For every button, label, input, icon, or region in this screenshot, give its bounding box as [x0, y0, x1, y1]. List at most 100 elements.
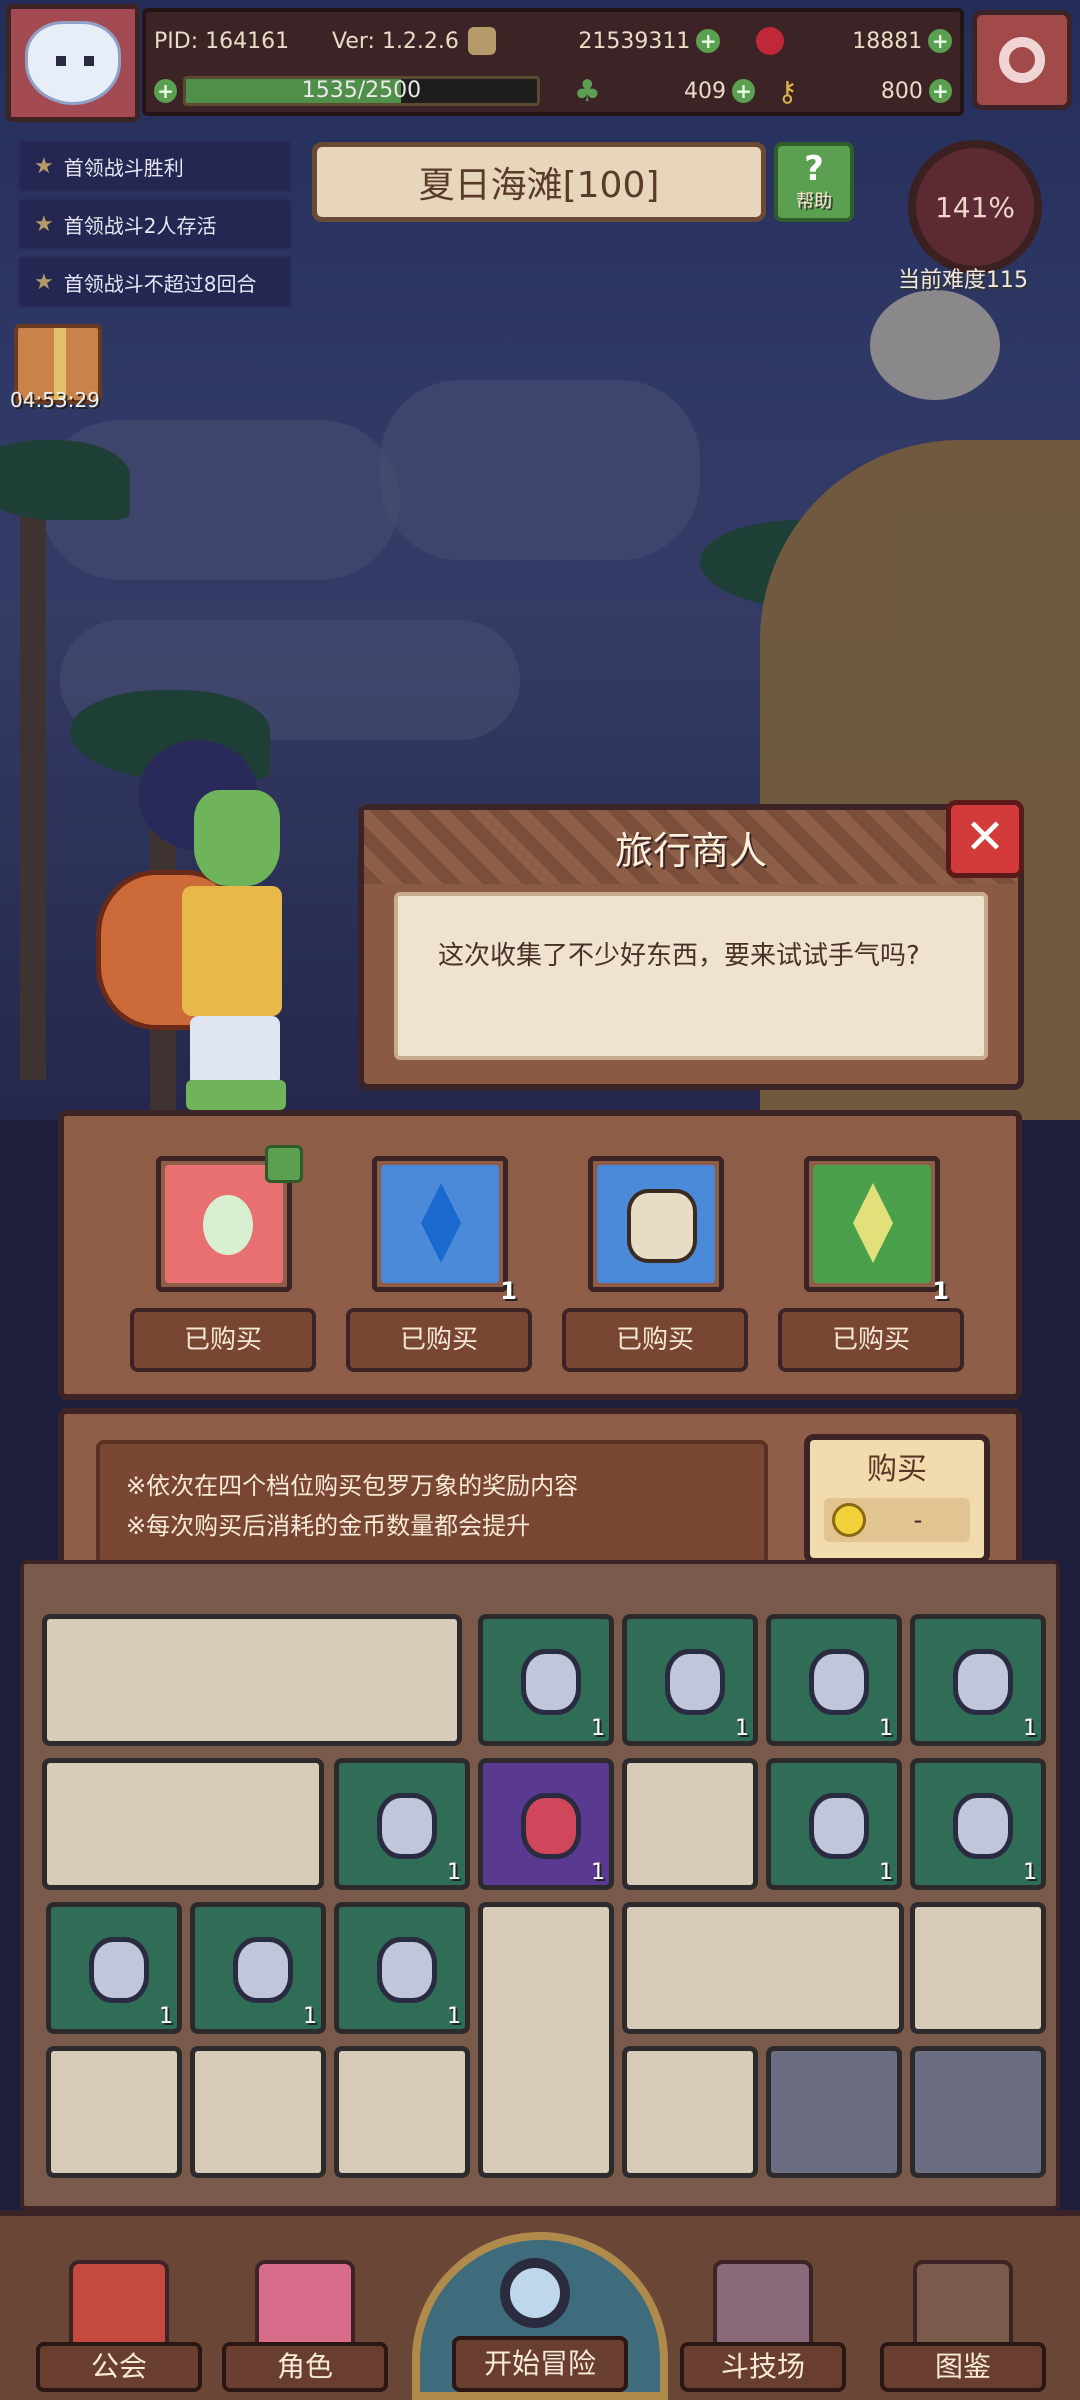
quest-label: 首领战斗2人存活	[63, 213, 217, 238]
inventory-item[interactable]: 1	[766, 1758, 902, 1890]
inventory-item[interactable]: 1	[478, 1614, 614, 1746]
shop-slot[interactable]	[156, 1145, 303, 1292]
clover-icon: ♣	[573, 73, 601, 109]
inventory-item[interactable]: 1	[910, 1614, 1046, 1746]
inventory-item[interactable]: 1	[46, 1902, 182, 2034]
stone-relic-icon	[627, 1189, 697, 1263]
merchant-character	[90, 740, 330, 1120]
ore-icon	[953, 1793, 1013, 1859]
difficulty-percent: 141%	[934, 190, 1016, 224]
help-button[interactable]: ? 帮助	[774, 142, 854, 222]
ore-icon	[521, 1649, 581, 1715]
start-adventure-label[interactable]: 开始冒险	[452, 2336, 628, 2392]
shop-rules: ※依次在四个档位购买包罗万象的奖励内容 ※每次购买后消耗的金币数量都会提升	[96, 1440, 768, 1566]
shop-slot[interactable]: 1	[372, 1156, 517, 1305]
difficulty-gauge[interactable]: 141%	[908, 140, 1042, 274]
rule-line: ※每次购买后消耗的金币数量都会提升	[126, 1512, 531, 1540]
buy-button[interactable]: 购买 -	[804, 1434, 990, 1564]
inventory-item[interactable]	[910, 1902, 1046, 2034]
add-gems-button[interactable]: +	[928, 29, 952, 53]
buy-cost: -	[824, 1498, 970, 1542]
item-count: 1	[932, 1277, 949, 1305]
inventory-item[interactable]: 1	[622, 1614, 758, 1746]
inventory-item[interactable]: 1	[334, 1902, 470, 2034]
shop-slot[interactable]: 1	[804, 1156, 949, 1305]
inventory-item[interactable]: 1	[910, 1758, 1046, 1890]
question-icon: ?	[804, 149, 824, 189]
quest-label: 首领战斗胜利	[63, 155, 184, 180]
inventory-item[interactable]: 1	[478, 1758, 614, 1890]
gold-coin-icon	[832, 1503, 866, 1537]
inventory-item[interactable]	[46, 2046, 182, 2178]
nav-guild-label[interactable]: 公会	[36, 2342, 202, 2392]
inventory-item[interactable]	[42, 1614, 462, 1746]
close-button[interactable]: ✕	[946, 800, 1024, 878]
bulb-icon	[203, 1195, 253, 1255]
gem-amount: 18881	[852, 28, 923, 54]
add-clover-button[interactable]: +	[731, 79, 756, 103]
bought-button: 已购买	[130, 1308, 316, 1372]
clover-amount: 409	[683, 78, 726, 104]
gear-icon	[999, 37, 1045, 83]
settings-button[interactable]	[972, 10, 1072, 110]
ore-icon	[377, 1793, 437, 1859]
ghost-icon	[25, 21, 121, 105]
xp-plus-icon: +	[154, 79, 178, 103]
ore-icon	[665, 1649, 725, 1715]
buy-label: 购买	[867, 1452, 927, 1487]
dialog-title: 旅行商人	[364, 810, 1018, 884]
quest-item: ★ 首领战斗胜利	[18, 140, 292, 192]
nav-character-label[interactable]: 角色	[222, 2342, 388, 2392]
gold-amount: 21539311	[578, 28, 691, 54]
nav-arena-label[interactable]: 斗技场	[680, 2342, 846, 2392]
item-count: 1	[500, 1277, 517, 1305]
inventory-item[interactable]	[334, 2046, 470, 2178]
resource-bar: PID: 164161 Ver: 1.2.2.6 21539311 + 1888…	[142, 8, 964, 116]
inventory-item[interactable]	[478, 1902, 614, 2178]
star-icon: ★	[34, 153, 54, 179]
add-gold-button[interactable]: +	[696, 29, 721, 53]
ore-icon	[953, 1649, 1013, 1715]
difficulty-label: 当前难度115	[898, 268, 1028, 293]
ore-icon	[233, 1937, 293, 2003]
inventory-item[interactable]: 1	[190, 1902, 326, 2034]
inventory-item[interactable]	[42, 1758, 324, 1890]
close-icon: ✕	[964, 809, 1006, 865]
add-keys-button[interactable]: +	[928, 79, 952, 103]
bought-button: 已购买	[778, 1308, 964, 1372]
player-id: PID: 164161	[154, 28, 290, 54]
key-amount: 800	[880, 78, 923, 104]
shop-slot[interactable]	[588, 1156, 724, 1292]
key-icon: ⚷	[777, 74, 798, 108]
quest-item: ★ 首领战斗2人存活	[18, 198, 292, 250]
inventory-item[interactable]: 1	[334, 1758, 470, 1890]
help-label: 帮助	[796, 191, 832, 212]
nav-codex-label[interactable]: 图鉴	[880, 2342, 1046, 2392]
rule-line: ※依次在四个档位购买包罗万象的奖励内容	[126, 1472, 579, 1500]
xp-text: 1535/2500	[301, 78, 422, 103]
quest-item: ★ 首领战斗不超过8回合	[18, 256, 292, 308]
player-avatar[interactable]	[6, 4, 140, 122]
red-gem-icon	[756, 27, 784, 55]
star-icon: ★	[34, 211, 54, 237]
bought-button: 已购买	[562, 1308, 748, 1372]
inventory-item[interactable]	[622, 1902, 904, 2034]
empty-slot[interactable]	[910, 2046, 1046, 2178]
gift-timer: 04:53:29	[10, 388, 100, 412]
merchant-dialog: 旅行商人 这次收集了不少好东西，要来试试手气吗?	[358, 804, 1024, 1090]
gold-coin-icon	[468, 27, 497, 55]
inventory-item[interactable]	[622, 2046, 758, 2178]
magnifier-icon	[500, 2258, 570, 2328]
inventory-item[interactable]	[622, 1758, 758, 1890]
ore-icon	[89, 1937, 149, 2003]
quest-label: 首领战斗不超过8回合	[63, 271, 257, 296]
shop-panel: 已购买 1 已购买 已购买 1 已购买	[58, 1110, 1022, 1400]
stage-title: 夏日海滩[100]	[312, 142, 766, 222]
xp-bar: 1535/2500	[183, 76, 540, 106]
thumbs-up-icon	[265, 1145, 303, 1183]
inventory-item[interactable]: 1	[766, 1614, 902, 1746]
heart-fruit-icon	[521, 1793, 581, 1859]
ore-icon	[809, 1793, 869, 1859]
empty-slot[interactable]	[766, 2046, 902, 2178]
inventory-item[interactable]	[190, 2046, 326, 2178]
